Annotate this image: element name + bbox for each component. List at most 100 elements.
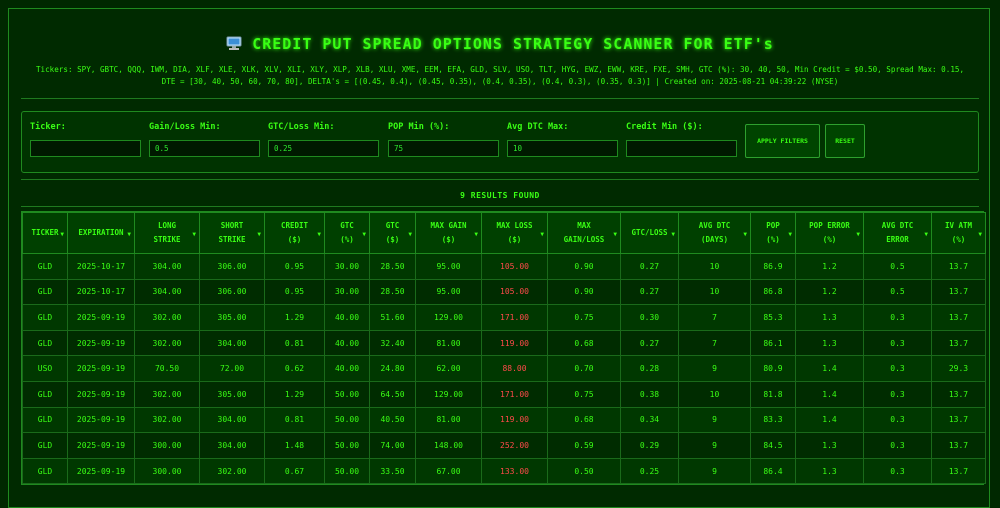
- table-cell: 13.7: [931, 457, 986, 485]
- column-header[interactable]: POP (%) ▼: [750, 212, 796, 254]
- table-cell: 304.00: [134, 253, 200, 280]
- computer-monitor-icon: [226, 36, 242, 55]
- table-cell: 40.00: [324, 304, 370, 331]
- column-header[interactable]: MAX GAIN/LOSS ▼: [547, 212, 621, 254]
- table-cell: 88.00: [481, 355, 548, 382]
- table-cell: GLD: [22, 457, 68, 485]
- table-cell: 1.29: [264, 304, 325, 331]
- table-cell: 0.81: [264, 406, 325, 434]
- gain-loss-min-input[interactable]: [149, 140, 260, 157]
- gtc-loss-min-input[interactable]: [268, 140, 379, 157]
- column-header[interactable]: MAX GAIN ($) ▼: [415, 212, 482, 254]
- table-row: GLD 2025-09-19 302.00 305.00 1.29 50.00 64.50 1…: [22, 380, 986, 408]
- column-header-label: LONG: [157, 221, 177, 230]
- table-cell: GLD: [22, 406, 68, 434]
- table-cell: 29.3: [931, 355, 986, 382]
- avg-dtc-max-input[interactable]: [507, 140, 618, 157]
- table-cell: 9: [678, 457, 751, 485]
- table-row: GLD 2025-09-19 302.00 304.00 0.81 50.00 40.50 8…: [22, 406, 986, 434]
- table-cell: 105.00: [481, 278, 548, 306]
- column-header-label: STRIKE: [153, 235, 181, 244]
- table-cell: 0.68: [547, 406, 621, 434]
- ticker-input[interactable]: [30, 140, 141, 157]
- table-cell: 0.3: [863, 329, 932, 357]
- table-cell: 0.27: [620, 278, 679, 306]
- table-cell: 33.50: [369, 457, 416, 485]
- column-header-label: (%): [340, 235, 354, 244]
- column-header-label: SHORT: [220, 221, 244, 230]
- table-cell: 95.00: [415, 278, 482, 306]
- table-cell: 304.00: [199, 432, 265, 459]
- table-cell: 0.3: [863, 406, 932, 434]
- sort-arrow-icon: ▼: [60, 231, 64, 238]
- table-cell: GLD: [22, 380, 68, 408]
- table-cell: 0.75: [547, 380, 621, 408]
- table-cell: 1.3: [795, 329, 864, 357]
- column-header-label: POP ERROR: [809, 221, 850, 230]
- column-header-label: ($): [441, 235, 456, 244]
- column-header-label: GTC: [385, 221, 400, 230]
- table-cell: 0.75: [547, 304, 621, 331]
- column-header[interactable]: MAX LOSS ($) ▼: [481, 212, 548, 254]
- credit-min-input[interactable]: [626, 140, 737, 157]
- apply-filters-button[interactable]: APPLY FILTERS: [745, 124, 820, 158]
- table-cell: 133.00: [481, 457, 548, 485]
- column-header[interactable]: TICKER ▼: [22, 212, 68, 254]
- table-cell: 0.27: [620, 329, 679, 357]
- table-cell: GLD: [22, 329, 68, 357]
- table-cell: 86.1: [750, 329, 796, 357]
- table-cell: USO: [22, 355, 68, 382]
- table-cell: 62.00: [415, 355, 482, 382]
- column-header[interactable]: LONG STRIKE ▼: [134, 212, 200, 254]
- sort-arrow-icon: ▼: [127, 231, 131, 238]
- table-cell: 300.00: [134, 432, 200, 459]
- table-cell: 2025-09-19: [67, 329, 135, 357]
- table-cell: 302.00: [134, 304, 200, 331]
- filter-gtc-loss-min: GTC/Loss Min:: [268, 122, 379, 157]
- results-count: 9 RESULTS FOUND: [460, 191, 540, 200]
- column-header[interactable]: AVG DTC (DAYS) ▼: [678, 212, 751, 254]
- table-row: GLD 2025-09-19 300.00 302.00 0.67 50.00 33.50 6…: [22, 457, 986, 485]
- column-header[interactable]: IV ATM (%) ▼: [931, 212, 986, 254]
- table-cell: 13.7: [931, 304, 986, 331]
- sort-arrow-icon: ▼: [788, 231, 792, 238]
- sort-arrow-icon: ▼: [257, 231, 261, 238]
- filter-pop-min: POP Min (%):: [388, 122, 499, 157]
- column-header[interactable]: GTC (%) ▼: [324, 212, 370, 254]
- table-cell: 2025-09-19: [67, 406, 135, 434]
- table-cell: 50.00: [324, 406, 370, 434]
- table-cell: 13.7: [931, 278, 986, 306]
- table-cell: 2025-09-19: [67, 380, 135, 408]
- table-cell: 83.3: [750, 406, 796, 434]
- page-title-text: CREDIT PUT SPREAD OPTIONS STRATEGY SCANN…: [252, 35, 774, 53]
- column-header[interactable]: SHORT STRIKE ▼: [199, 212, 265, 254]
- table-cell: 40.00: [324, 329, 370, 357]
- filter-ticker-label: Ticker:: [30, 122, 66, 132]
- column-header-label: ($): [507, 235, 522, 244]
- table-cell: 9: [678, 406, 751, 434]
- table-cell: 86.8: [750, 278, 796, 306]
- table-cell: 302.00: [134, 380, 200, 408]
- table-cell: 50.00: [324, 380, 370, 408]
- pop-min-input[interactable]: [388, 140, 499, 157]
- filter-panel: Ticker: Gain/Loss Min: GTC/Loss Min: POP…: [21, 111, 979, 173]
- sort-arrow-icon: ▼: [924, 231, 928, 238]
- reset-button[interactable]: RESET: [825, 124, 865, 158]
- table-cell: 0.5: [863, 253, 932, 280]
- column-header[interactable]: GTC/LOSS ▼: [620, 212, 679, 254]
- table-cell: 24.80: [369, 355, 416, 382]
- column-header[interactable]: GTC ($) ▼: [369, 212, 416, 254]
- filter-avg-dtc-max-label: Avg DTC Max:: [507, 122, 569, 132]
- table-cell: GLD: [22, 432, 68, 459]
- table-cell: 51.60: [369, 304, 416, 331]
- column-header[interactable]: EXPIRATION ▼: [67, 212, 135, 254]
- table-cell: 305.00: [199, 380, 265, 408]
- table-cell: 2025-09-19: [67, 355, 135, 382]
- table-cell: 13.7: [931, 253, 986, 280]
- sort-arrow-icon: ▼: [613, 231, 617, 238]
- column-header[interactable]: CREDIT ($) ▼: [264, 212, 325, 254]
- table-cell: 2025-09-19: [67, 304, 135, 331]
- column-header[interactable]: POP ERROR (%) ▼: [795, 212, 864, 254]
- column-header[interactable]: AVG DTC ERROR ▼: [863, 212, 932, 254]
- table-cell: 72.00: [199, 355, 265, 382]
